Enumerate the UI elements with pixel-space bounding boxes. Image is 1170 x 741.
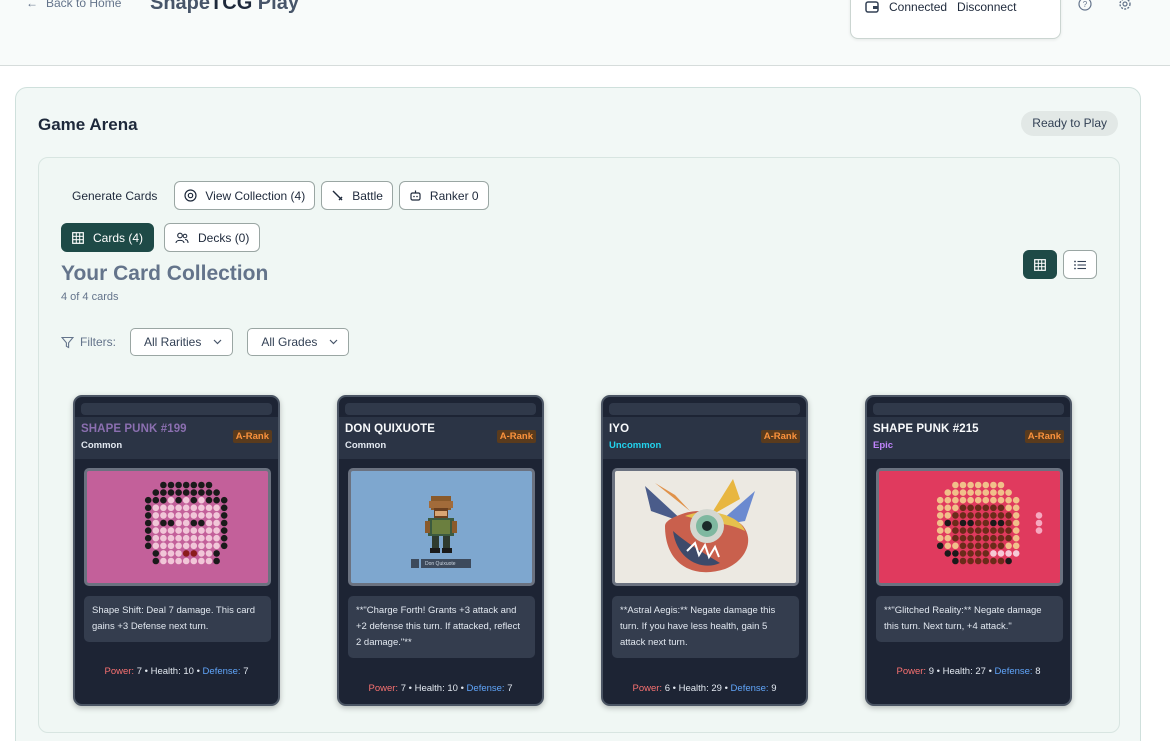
card-stats: Power: 7 • Health: 10 • Defense: 7 xyxy=(368,683,513,694)
filter-icon xyxy=(61,336,74,348)
card-rarity: Epic xyxy=(873,440,894,451)
collection-card[interactable]: DON QUIXUOTE Common A-Rank Don Quixuote … xyxy=(337,395,544,706)
creature-art xyxy=(645,479,755,573)
card-name: IYO xyxy=(609,423,630,435)
game-arena-panel: Game Arena Ready to Play Generate Cards … xyxy=(15,87,1141,741)
rarity-filter-select[interactable]: All Rarities xyxy=(130,328,234,356)
card-rank-badge: A-Rank xyxy=(496,430,536,443)
card-rarity: Uncommon xyxy=(609,440,662,451)
filters-bar: Filters: All Rarities All Grades xyxy=(61,328,355,356)
sword-icon xyxy=(332,190,343,201)
card-name: DON QUIXUOTE xyxy=(345,423,436,435)
users-icon xyxy=(175,232,189,243)
card-description: **Astral Aegis:** Negate damage this tur… xyxy=(612,596,799,658)
back-label: Back to Home xyxy=(46,0,122,10)
generate-cards-button[interactable]: Generate Cards xyxy=(61,181,168,210)
battle-button[interactable]: Battle xyxy=(321,181,393,210)
wallet-panel: Connected Disconnect xyxy=(850,0,1061,39)
target-icon xyxy=(184,189,197,202)
card-description: **"Charge Forth! Grants +3 attack and +2… xyxy=(348,596,535,658)
punk-pixel-art xyxy=(144,481,228,565)
card-art xyxy=(876,468,1063,586)
grid-icon xyxy=(72,231,84,244)
card-description: Shape Shift: Deal 7 damage. This card ga… xyxy=(84,596,271,642)
grid-icon xyxy=(1034,258,1046,271)
card-art xyxy=(612,468,799,586)
collection-card[interactable]: SHAPE PUNK #199 Common A-Rank Shape Shif… xyxy=(73,395,280,706)
arrow-left-icon: ← xyxy=(26,0,38,10)
grade-filter-select[interactable]: All Grades xyxy=(247,328,350,356)
card-rank-badge: A-Rank xyxy=(760,430,800,443)
tab-cards[interactable]: Cards (4) xyxy=(61,223,155,252)
view-toggle xyxy=(1023,250,1097,279)
ranker-button[interactable]: Ranker 0 xyxy=(398,181,489,210)
arena-title: Game Arena xyxy=(38,115,138,134)
collection-tabs: Cards (4) Decks (0) xyxy=(61,223,261,252)
card-rank-badge: A-Rank xyxy=(1024,430,1064,443)
card-rarity: Common xyxy=(81,440,123,451)
tab-decks[interactable]: Decks (0) xyxy=(164,223,261,252)
chevron-down-icon xyxy=(329,339,338,345)
punk-pixel-art xyxy=(936,481,1043,565)
svg-text:?: ? xyxy=(1083,0,1088,9)
card-art: Don Quixuote xyxy=(348,468,535,586)
wallet-status: Connected xyxy=(889,0,948,14)
collection-card[interactable]: SHAPE PUNK #215 Epic A-Rank **"Glitched … xyxy=(865,395,1072,706)
art-caption: Don Quixuote xyxy=(425,561,456,567)
filters-label: Filters: xyxy=(61,335,116,349)
collection-title: Your Card Collection xyxy=(61,262,269,285)
collection-count: 4 of 4 cards xyxy=(61,291,119,303)
arena-content: Generate Cards View Collection (4) Battl… xyxy=(38,157,1120,733)
view-collection-button[interactable]: View Collection (4) xyxy=(174,181,316,210)
card-rarity: Common xyxy=(345,440,387,451)
status-badge: Ready to Play xyxy=(1021,111,1118,136)
help-icon[interactable]: ? xyxy=(1078,0,1092,11)
top-bar: ← Back to Home ShapeTCG Play Connected D… xyxy=(0,0,1170,66)
back-to-home-link[interactable]: ← Back to Home xyxy=(26,0,121,10)
chevron-down-icon xyxy=(213,339,222,345)
disconnect-button[interactable]: Disconnect xyxy=(957,0,1016,14)
card-name: SHAPE PUNK #199 xyxy=(81,423,187,435)
card-rank-badge: A-Rank xyxy=(232,430,272,443)
card-stats: Power: 7 • Health: 10 • Defense: 7 xyxy=(104,666,249,677)
settings-icon[interactable] xyxy=(1118,0,1132,11)
card-name: SHAPE PUNK #215 xyxy=(873,423,979,435)
card-stats: Power: 6 • Health: 29 • Defense: 9 xyxy=(632,683,777,694)
action-toolbar: Generate Cards View Collection (4) Battl… xyxy=(61,181,489,210)
robot-icon xyxy=(410,190,421,201)
list-view-button[interactable] xyxy=(1063,250,1097,279)
collection-card[interactable]: IYO Uncommon A-Rank **Astral Aegis:** Ne… xyxy=(601,395,808,706)
brand-title: ShapeTCG Play xyxy=(150,0,299,14)
wallet-icon xyxy=(865,1,879,13)
card-description: **"Glitched Reality:** Negate damage thi… xyxy=(876,596,1063,642)
card-stats: Power: 9 • Health: 27 • Defense: 8 xyxy=(896,666,1041,677)
list-icon xyxy=(1074,260,1086,269)
card-art xyxy=(84,468,271,586)
grid-view-button[interactable] xyxy=(1023,250,1057,279)
